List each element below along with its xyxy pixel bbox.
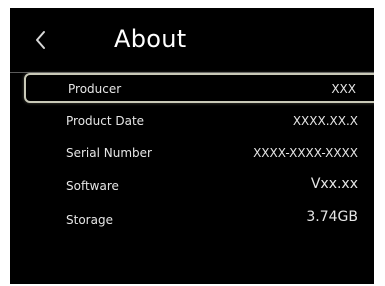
chevron-left-icon xyxy=(36,31,45,49)
producer-value: XXX xyxy=(331,82,356,96)
product-date-label: Product Date xyxy=(66,114,145,128)
serial-number-label: Serial Number xyxy=(66,146,152,160)
header-bar: About xyxy=(10,8,374,73)
list-item-storage[interactable]: Storage 3.74GB xyxy=(24,203,374,233)
back-button[interactable] xyxy=(28,26,52,54)
list-item-serial-number[interactable]: Serial Number XXXX-XXXX-XXXX xyxy=(24,138,374,168)
list-item-software[interactable]: Software Vxx.xx xyxy=(24,170,374,200)
page-title: About xyxy=(114,25,187,53)
software-value: Vxx.xx xyxy=(310,176,358,192)
list-item-product-date[interactable]: Product Date XXXX.XX.X xyxy=(24,106,374,136)
storage-label: Storage xyxy=(66,213,113,227)
product-date-value: XXXX.XX.X xyxy=(292,114,358,128)
storage-value: 3.74GB xyxy=(306,209,358,225)
about-screen: About Producer XXX Product Date XXXX.XX.… xyxy=(10,8,374,284)
serial-number-value: XXXX-XXXX-XXXX xyxy=(253,146,358,160)
producer-label: Producer xyxy=(68,82,122,96)
software-label: Software xyxy=(66,179,119,193)
list-item-producer[interactable]: Producer XXX xyxy=(24,73,374,103)
